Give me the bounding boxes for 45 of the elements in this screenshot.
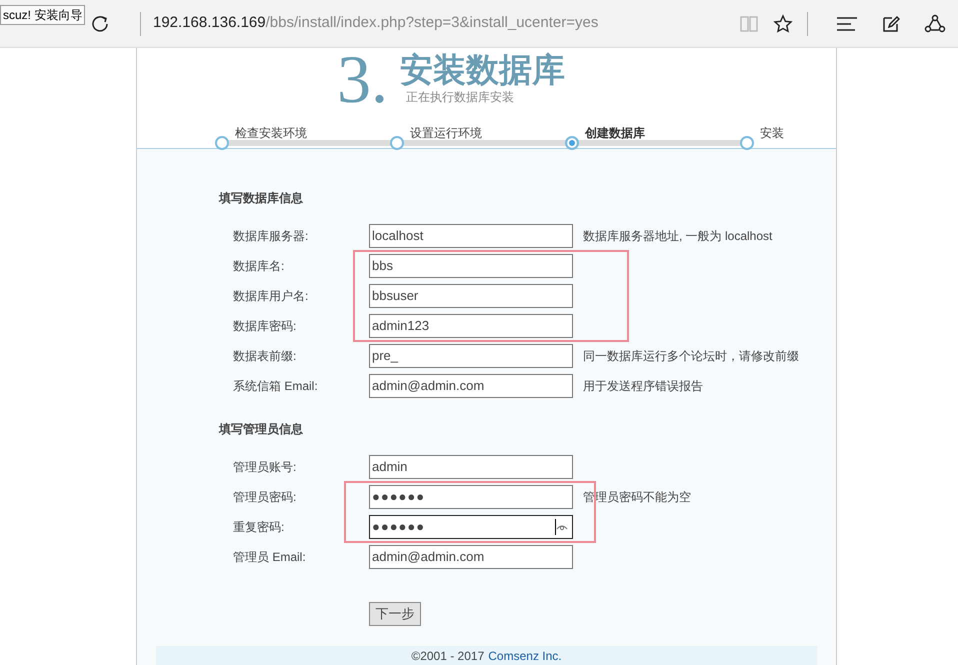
section-heading: 填写管理员信息 xyxy=(219,421,304,438)
input-field[interactable]: bbs xyxy=(369,254,573,278)
input-field[interactable]: bbsuser xyxy=(369,284,573,308)
input-field[interactable]: admin123 xyxy=(369,314,573,338)
eye-icon[interactable] xyxy=(556,523,568,531)
refresh-icon[interactable] xyxy=(90,14,110,34)
next-button[interactable]: 下一步 xyxy=(369,602,421,626)
step-label: 安装 xyxy=(760,125,784,142)
copyright-text: ©2001 - 2017 xyxy=(411,649,484,665)
field-label: 管理员密码: xyxy=(233,489,298,506)
star-icon[interactable] xyxy=(773,14,793,34)
field-label: 数据库用户名: xyxy=(233,288,310,305)
field-label: 数据库名: xyxy=(233,258,286,275)
field-hint: 同一数据库运行多个论坛时，请修改前缀 xyxy=(583,348,799,365)
field-label: 数据库密码: xyxy=(233,318,298,335)
page-subtitle: 正在执行数据库安装 xyxy=(406,89,515,106)
field-label: 系统信箱 Email: xyxy=(233,378,319,395)
field-hint: 管理员密码不能为空 xyxy=(583,489,691,506)
menu-icon[interactable] xyxy=(836,16,858,32)
pen-icon[interactable] xyxy=(882,14,900,32)
address-bar[interactable]: 192.168.136.169/bbs/install/index.php?step=3&install_ucenter=yes xyxy=(153,12,739,35)
field-label: 数据库服务器: xyxy=(233,228,310,245)
step-label: 设置运行环境 xyxy=(410,125,482,142)
step-number: 3. xyxy=(337,48,388,110)
company-link[interactable]: Comsenz Inc. xyxy=(488,649,562,665)
field-label: 管理员 Email: xyxy=(233,549,307,566)
section-heading: 填写数据库信息 xyxy=(219,190,304,207)
field-label: 数据表前缀: xyxy=(233,348,298,365)
password-field[interactable]: ●●●●●● xyxy=(369,515,573,539)
share-icon[interactable] xyxy=(924,14,946,34)
step-label: 创建数据库 xyxy=(585,125,645,142)
field-hint: 用于发送程序错误报告 xyxy=(583,378,703,395)
field-label: 重复密码: xyxy=(233,519,286,536)
input-field[interactable]: admin xyxy=(369,455,573,479)
tooltip: scuz! 安装向导 xyxy=(0,5,86,25)
step-label: 检查安装环境 xyxy=(235,125,307,142)
password-field[interactable]: ●●●●●● xyxy=(369,485,573,509)
input-field[interactable]: localhost xyxy=(369,224,573,248)
field-label: 管理员账号: xyxy=(233,459,298,476)
page-title: 安装数据库 xyxy=(400,52,565,88)
input-field[interactable]: admin@admin.com xyxy=(369,545,573,569)
text-cursor xyxy=(555,519,556,535)
field-hint: 数据库服务器地址, 一般为 localhost xyxy=(583,228,772,245)
input-field[interactable]: admin@admin.com xyxy=(369,374,573,398)
input-field[interactable]: pre_ xyxy=(369,344,573,368)
